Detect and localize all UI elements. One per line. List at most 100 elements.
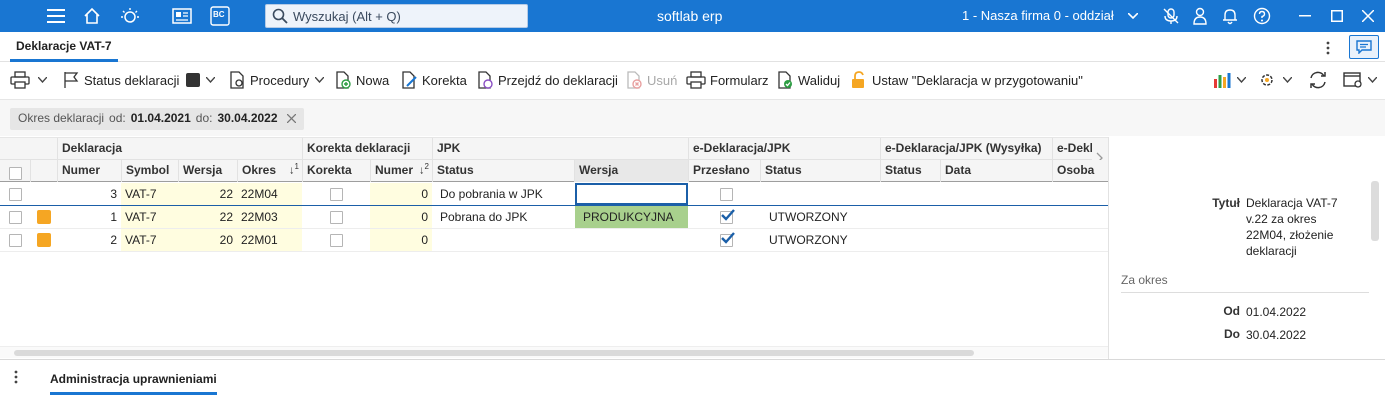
table-row[interactable]: 1 VAT-7 22 22M03 0 Pobrana do JPK PRODUK… xyxy=(0,206,1108,229)
status-deklaracji-button[interactable]: Status deklaracji xyxy=(62,69,179,91)
user-icon[interactable] xyxy=(1188,4,1212,28)
bar-chart-icon xyxy=(1214,73,1231,88)
chevron-down-icon[interactable] xyxy=(1121,4,1145,28)
window-settings-icon xyxy=(1343,72,1362,88)
filter-chip-okres[interactable]: Okres deklaracji od: 01.04.2021 do: 30.0… xyxy=(10,108,304,130)
column-header-osoba[interactable]: Osoba xyxy=(1052,160,1108,182)
table-row[interactable]: 2 VAT-7 20 22M01 0 UTWORZONY xyxy=(0,229,1108,252)
cell-korekta-checkbox[interactable] xyxy=(330,211,343,224)
search-input[interactable]: Wyszukaj (Alt + Q) xyxy=(265,4,528,28)
cell-wersja: 22 xyxy=(178,206,237,228)
column-header-okres[interactable]: Okres ↓1 xyxy=(237,160,302,182)
przejdz-do-deklaracji-button[interactable]: Przejdź do deklaracji xyxy=(476,69,618,91)
table-row[interactable]: 3 VAT-7 22 22M04 0 Do pobrania w JPK xyxy=(0,183,1108,206)
cell-numer: 3 xyxy=(110,187,117,201)
details-panel: Tytuł Deklaracja VAT-7 v.22 za okres 22M… xyxy=(1108,137,1385,359)
column-header-przeslano[interactable]: Przesłano xyxy=(688,160,760,182)
waliduj-button[interactable]: Waliduj xyxy=(776,69,840,91)
group-header-korekta: Korekta deklaracji xyxy=(302,138,432,160)
przejdz-label: Przejdź do deklaracji xyxy=(498,72,618,88)
column-header-numer[interactable]: Numer xyxy=(57,160,121,182)
select-all-cell[interactable] xyxy=(0,160,30,182)
cell-numer: 2 xyxy=(110,233,117,247)
cell-numer2: 0 xyxy=(370,183,432,205)
column-header-numer2-label: Numer xyxy=(375,163,414,177)
filter-do-label: do: xyxy=(195,111,213,125)
tab-administracja-uprawnieniami[interactable]: Administracja uprawnieniami xyxy=(50,372,217,395)
toolbar: Status deklaracji Procedury Nowa Korekta… xyxy=(0,62,1385,98)
cell-okres: 22M03 xyxy=(237,206,302,228)
row-checkbox[interactable] xyxy=(9,188,22,201)
settings-button[interactable] xyxy=(1257,69,1292,91)
cell-numer: 1 xyxy=(110,210,117,224)
panel-scrollbar-thumb[interactable] xyxy=(1371,181,1379,241)
ustaw-w-przygotowaniu-button[interactable]: Ustaw "Deklaracja w przygotowaniu" xyxy=(850,69,1083,91)
cell-jpk-wersja-editor[interactable] xyxy=(575,183,688,205)
nowa-button[interactable]: Nowa xyxy=(334,69,389,91)
lightbulb-icon[interactable] xyxy=(118,4,142,28)
help-icon[interactable] xyxy=(1250,4,1274,28)
bc-icon[interactable]: BC xyxy=(208,4,232,28)
bell-icon[interactable] xyxy=(1218,4,1242,28)
more-options-icon[interactable] xyxy=(1326,41,1330,55)
close-icon[interactable] xyxy=(1356,4,1380,28)
horizontal-scrollbar[interactable] xyxy=(0,346,1108,358)
home-icon[interactable] xyxy=(80,4,104,28)
remove-filter-icon[interactable] xyxy=(286,114,296,123)
chevron-down-icon xyxy=(206,77,215,83)
cell-przeslano-checkbox[interactable] xyxy=(720,188,733,201)
formularz-button[interactable]: Formularz xyxy=(686,69,769,91)
column-header-jpk-status[interactable]: Status xyxy=(432,160,574,182)
chat-button[interactable] xyxy=(1349,35,1379,59)
usun-button[interactable]: Usuń xyxy=(625,69,677,91)
bc-label: BC xyxy=(213,10,225,19)
column-header-jpk-wersja[interactable]: Wersja xyxy=(574,160,688,182)
cell-okres: 22M01 xyxy=(237,229,302,251)
group-header-empty xyxy=(0,138,57,160)
hamburger-menu-icon[interactable] xyxy=(44,4,68,28)
cell-ed-status: UTWORZONY xyxy=(769,233,848,247)
column-header-numer2[interactable]: Numer ↓2 xyxy=(370,160,432,182)
sort-desc-icon: ↓1 xyxy=(289,162,299,177)
refresh-button[interactable] xyxy=(1308,69,1328,91)
column-header-ed-status[interactable]: Status xyxy=(760,160,880,182)
chat-icon xyxy=(1356,40,1372,54)
procedury-button[interactable]: Procedury xyxy=(228,69,325,91)
sort-order-numer2: 2 xyxy=(424,162,429,171)
chevron-down-icon xyxy=(38,77,47,83)
printer-icon xyxy=(10,71,30,89)
column-header-okres-label: Okres xyxy=(242,163,277,177)
tab-deklaracje-vat7[interactable]: Deklaracje VAT-7 xyxy=(10,32,118,62)
tytul-label: Tytuł xyxy=(1212,196,1240,210)
column-header-wersja[interactable]: Wersja xyxy=(178,160,237,182)
color-picker-button[interactable] xyxy=(186,69,215,91)
chevron-down-icon xyxy=(315,77,325,83)
column-header-korekta[interactable]: Korekta xyxy=(302,160,370,182)
chevron-down-icon xyxy=(1368,77,1377,83)
horizontal-scrollbar-thumb[interactable] xyxy=(14,350,974,356)
cell-korekta-checkbox[interactable] xyxy=(330,188,343,201)
column-header-wysylka-status[interactable]: Status xyxy=(880,160,940,182)
korekta-button[interactable]: Korekta xyxy=(400,69,467,91)
column-header-symbol[interactable]: Symbol xyxy=(121,160,178,182)
korekta-label: Korekta xyxy=(422,72,467,88)
bottom-panel: Administracja uprawnieniami xyxy=(0,359,1385,399)
column-header-data[interactable]: Data xyxy=(940,160,1052,182)
row-checkbox[interactable] xyxy=(9,211,22,224)
group-header-wysylka: e-Deklaracja/JPK (Wysyłka) xyxy=(880,138,1052,160)
print-button[interactable] xyxy=(10,69,47,91)
search-icon xyxy=(272,8,288,24)
chevron-down-icon xyxy=(1283,77,1292,83)
maximize-icon[interactable] xyxy=(1325,4,1349,28)
view-settings-button[interactable] xyxy=(1343,69,1377,91)
more-options-icon[interactable] xyxy=(14,370,18,384)
row-checkbox[interactable] xyxy=(9,234,22,247)
declarations-grid: Deklaracja Korekta deklaracji JPK e-Dekl… xyxy=(0,137,1108,359)
minimize-icon[interactable] xyxy=(1293,4,1317,28)
microphone-off-icon[interactable] xyxy=(1159,4,1183,28)
news-icon[interactable] xyxy=(170,4,194,28)
cell-korekta-checkbox[interactable] xyxy=(330,234,343,247)
select-all-checkbox[interactable] xyxy=(9,167,22,180)
company-selector[interactable]: 1 - Nasza firma 0 - oddział xyxy=(962,8,1114,23)
chart-button[interactable] xyxy=(1213,69,1246,91)
